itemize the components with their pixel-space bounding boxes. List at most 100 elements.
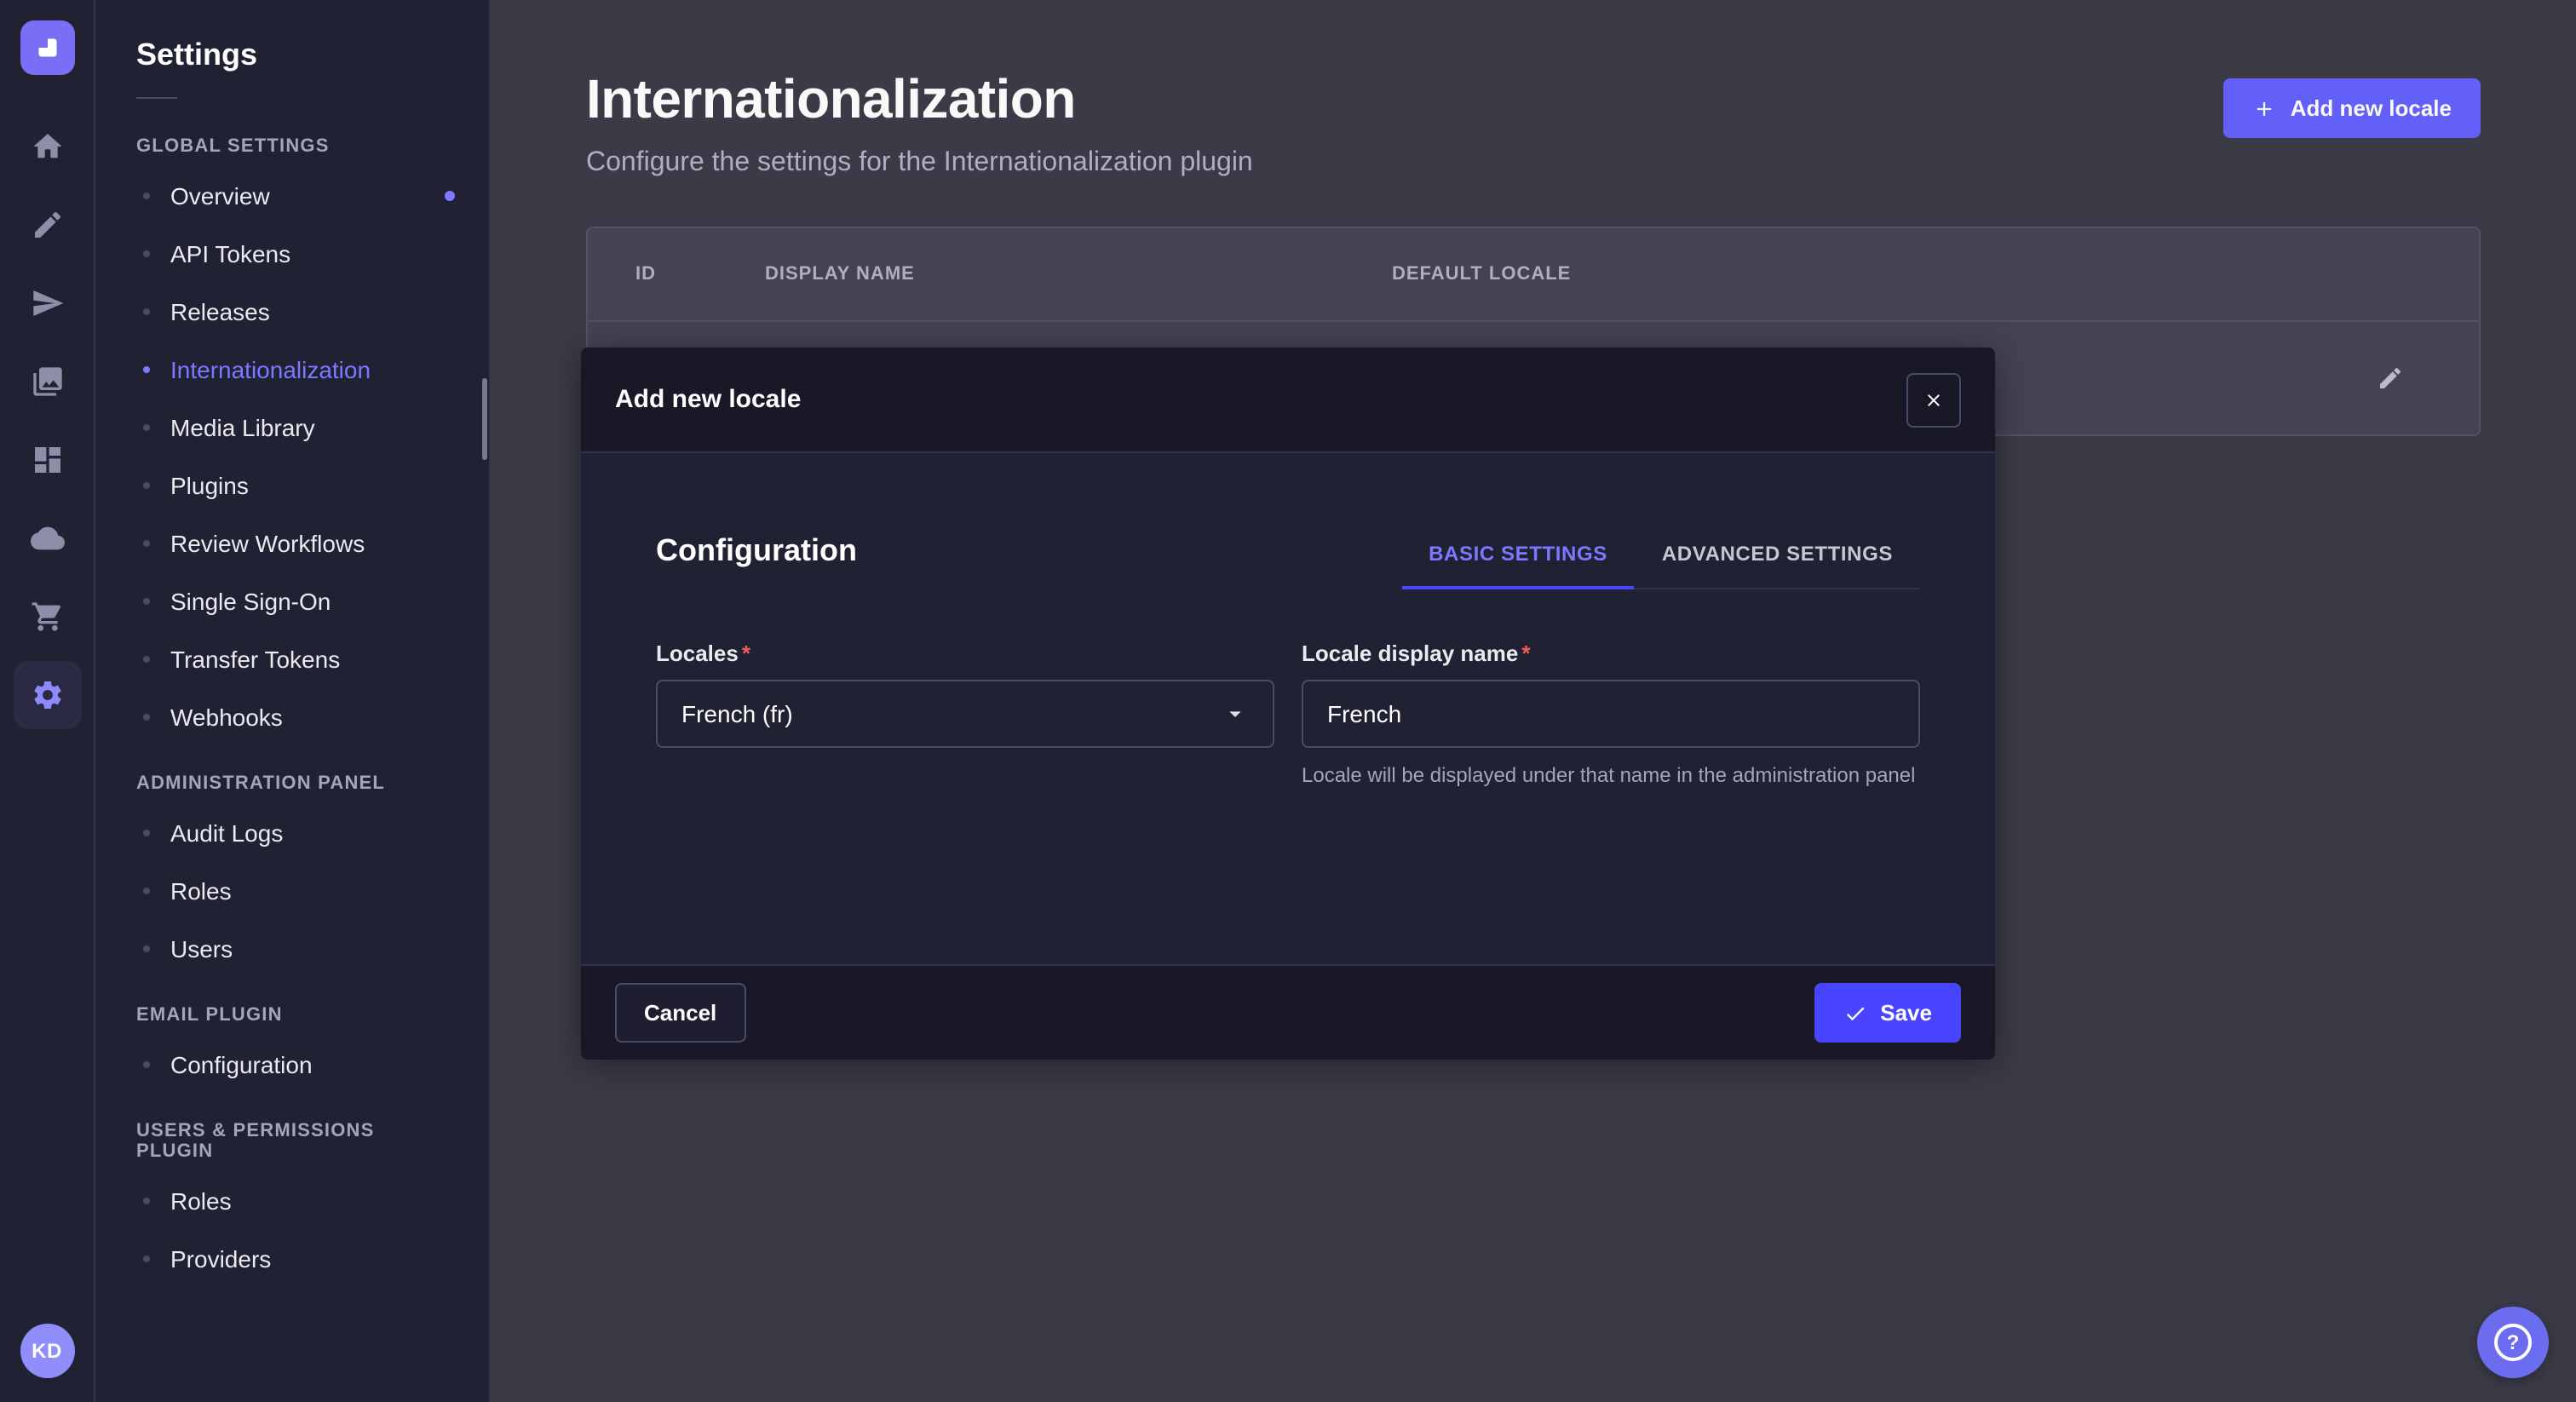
locales-label: Locales*	[656, 641, 1274, 666]
sidebar-item-label: Internationalization	[170, 356, 371, 383]
sidebar-item-email-configuration[interactable]: Configuration	[95, 1036, 489, 1094]
media-library-icon[interactable]	[13, 348, 81, 416]
main-nav-rail: KD	[0, 0, 95, 1402]
strapi-logo[interactable]	[20, 20, 74, 75]
bullet-icon	[143, 888, 150, 894]
bullet-icon	[143, 540, 150, 547]
sidebar-item-review-workflows[interactable]: Review Workflows	[95, 514, 489, 572]
settings-title-divider	[136, 97, 177, 99]
configuration-section-row: Configuration BASIC SETTINGS ADVANCED SE…	[656, 525, 1920, 589]
display-name-input[interactable]	[1302, 680, 1920, 748]
sidebar-item-plugins[interactable]: Plugins	[95, 457, 489, 514]
sidebar-item-media-library[interactable]: Media Library	[95, 399, 489, 457]
sidebar-item-single-sign-on[interactable]: Single Sign-On	[95, 572, 489, 630]
sidebar-item-label: Roles	[170, 877, 232, 905]
tab-advanced-settings[interactable]: ADVANCED SETTINGS	[1635, 525, 1920, 589]
notification-dot	[445, 191, 455, 201]
sidebar-item-label: Overview	[170, 182, 270, 210]
bullet-icon	[143, 1255, 150, 1262]
sidebar-item-label: Configuration	[170, 1051, 313, 1078]
sidebar-item-label: Providers	[170, 1245, 271, 1273]
display-name-label-text: Locale display name	[1302, 641, 1518, 666]
sidebar-item-internationalization[interactable]: Internationalization	[95, 341, 489, 399]
sidebar-item-admin-users[interactable]: Users	[95, 920, 489, 978]
sidebar-item-label: Audit Logs	[170, 819, 283, 847]
display-name-hint: Locale will be displayed under that name…	[1302, 761, 1920, 791]
sidebar-item-transfer-tokens[interactable]: Transfer Tokens	[95, 630, 489, 688]
locales-label-text: Locales	[656, 641, 739, 666]
rail-items	[13, 112, 81, 729]
display-name-field: Locale display name* Locale will be disp…	[1302, 641, 1920, 791]
bullet-icon	[143, 482, 150, 489]
sidebar-item-label: Review Workflows	[170, 530, 365, 557]
locales-field: Locales* French (fr)	[656, 641, 1274, 791]
display-name-label: Locale display name*	[1302, 641, 1920, 666]
locales-select[interactable]: French (fr)	[656, 680, 1274, 748]
sidebar-item-api-tokens[interactable]: API Tokens	[95, 225, 489, 283]
sidebar-item-audit-logs[interactable]: Audit Logs	[95, 804, 489, 862]
sidebar-item-overview[interactable]: Overview	[95, 167, 489, 225]
sidebar-item-label: Releases	[170, 298, 270, 325]
content-manager-icon[interactable]	[13, 191, 81, 259]
bullet-icon	[143, 714, 150, 721]
sidebar-item-label: Webhooks	[170, 704, 283, 731]
locales-select-value: French (fr)	[681, 700, 793, 727]
check-icon	[1843, 1001, 1866, 1025]
strapi-admin: KD Settings GLOBAL SETTINGS Overview API…	[0, 0, 2576, 1402]
question-mark-icon: ?	[2494, 1324, 2532, 1361]
bullet-icon	[143, 1198, 150, 1204]
settings-title: Settings	[95, 37, 489, 73]
close-button[interactable]	[1906, 372, 1961, 427]
sidebar-item-label: Users	[170, 935, 233, 962]
sidebar-item-admin-roles[interactable]: Roles	[95, 862, 489, 920]
cloud-icon[interactable]	[13, 504, 81, 572]
sidebar-item-label: Single Sign-On	[170, 588, 331, 615]
bullet-icon	[143, 656, 150, 663]
sidebar-item-label: API Tokens	[170, 240, 290, 267]
marketplace-icon[interactable]	[13, 583, 81, 651]
add-locale-modal: Add new locale Configuration BASIC SETTI…	[581, 348, 1995, 1060]
modal-body: Configuration BASIC SETTINGS ADVANCED SE…	[581, 453, 1995, 964]
section-label-users-permissions-plugin: USERS & PERMISSIONS PLUGIN	[95, 1094, 489, 1172]
sidebar-item-label: Transfer Tokens	[170, 646, 340, 673]
sidebar-item-label: Media Library	[170, 414, 315, 441]
sidebar-item-up-providers[interactable]: Providers	[95, 1230, 489, 1288]
close-icon	[1923, 389, 1944, 410]
modal-footer: Cancel Save	[581, 964, 1995, 1060]
help-button[interactable]: ?	[2477, 1307, 2549, 1378]
section-label-administration-panel: ADMINISTRATION PANEL	[95, 746, 489, 804]
save-button[interactable]: Save	[1814, 983, 1961, 1043]
section-global-settings: GLOBAL SETTINGS Overview API Tokens Rele…	[95, 109, 489, 746]
bullet-icon	[143, 598, 150, 605]
home-icon[interactable]	[13, 112, 81, 181]
sidebar-item-releases[interactable]: Releases	[95, 283, 489, 341]
releases-icon[interactable]	[13, 269, 81, 337]
required-marker: *	[742, 641, 750, 666]
bullet-icon	[143, 250, 150, 257]
configuration-heading: Configuration	[656, 533, 857, 589]
locale-form: Locales* French (fr) Locale display name…	[656, 641, 1920, 791]
chevron-down-icon	[1222, 700, 1249, 727]
tab-basic-settings[interactable]: BASIC SETTINGS	[1401, 525, 1635, 589]
sidebar-item-up-roles[interactable]: Roles	[95, 1172, 489, 1230]
user-avatar[interactable]: KD	[20, 1324, 74, 1378]
bullet-icon	[143, 308, 150, 315]
cancel-button[interactable]: Cancel	[615, 983, 745, 1043]
sidebar-item-label: Roles	[170, 1187, 232, 1215]
sidebar-item-label: Plugins	[170, 472, 249, 499]
modal-title: Add new locale	[615, 385, 801, 414]
settings-sidebar: Settings GLOBAL SETTINGS Overview API To…	[95, 0, 491, 1402]
section-administration-panel: ADMINISTRATION PANEL Audit Logs Roles Us…	[95, 746, 489, 978]
scrollbar-thumb[interactable]	[482, 378, 487, 460]
bullet-icon	[143, 366, 150, 373]
bullet-icon	[143, 830, 150, 836]
settings-icon[interactable]	[13, 661, 81, 729]
section-users-permissions-plugin: USERS & PERMISSIONS PLUGIN Roles Provide…	[95, 1094, 489, 1288]
settings-tabs: BASIC SETTINGS ADVANCED SETTINGS	[1401, 525, 1920, 589]
required-marker: *	[1521, 641, 1530, 666]
bullet-icon	[143, 945, 150, 952]
section-email-plugin: EMAIL PLUGIN Configuration	[95, 978, 489, 1094]
content-type-builder-icon[interactable]	[13, 426, 81, 494]
sidebar-item-webhooks[interactable]: Webhooks	[95, 688, 489, 746]
strapi-logo-mark	[32, 32, 62, 63]
